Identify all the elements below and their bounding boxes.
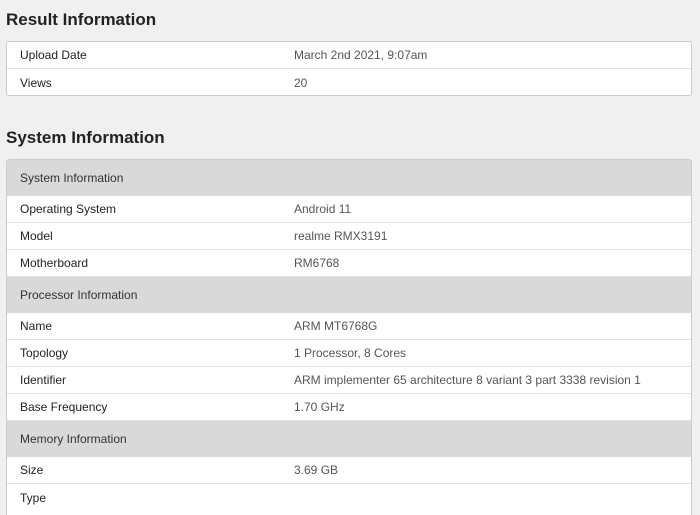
memory-row-size: Size 3.69 GB <box>7 457 691 484</box>
row-label: Type <box>20 490 47 505</box>
row-label: Motherboard <box>20 256 89 270</box>
row-label: Base Frequency <box>20 400 108 414</box>
row-value: 1.70 GHz <box>294 400 345 414</box>
row-label: Size <box>20 463 44 477</box>
system-information-table: System Information Operating System Andr… <box>6 159 692 515</box>
row-value: ARM implementer 65 architecture 8 varian… <box>294 373 641 387</box>
row-value: 20 <box>294 75 308 90</box>
row-label: Upload Date <box>20 48 87 62</box>
result-information-title: Result Information <box>6 10 157 29</box>
row-label: Views <box>20 75 52 90</box>
memory-row-type: Type <box>7 484 691 511</box>
processor-row-identifier: Identifier ARM implementer 65 architectu… <box>7 367 691 394</box>
row-value: March 2nd 2021, 9:07am <box>294 48 428 62</box>
row-value: RM6768 <box>294 256 340 270</box>
result-information-table: Upload Date March 2nd 2021, 9:07am Views… <box>6 41 692 96</box>
row-label: Operating System <box>20 202 117 216</box>
system-row-model: Model realme RMX3191 <box>7 223 691 250</box>
system-row-motherboard: Motherboard RM6768 <box>7 250 691 277</box>
processor-row-topology: Topology 1 Processor, 8 Cores <box>7 340 691 367</box>
system-information-title: System Information <box>6 128 165 147</box>
row-label: Topology <box>20 346 69 360</box>
processor-row-name: Name ARM MT6768G <box>7 313 691 340</box>
result-row-upload-date: Upload Date March 2nd 2021, 9:07am <box>7 42 691 69</box>
row-label: Model <box>20 229 53 243</box>
group-header-memory: Memory Information <box>7 421 691 457</box>
row-label: Identifier <box>20 373 67 387</box>
row-label: Name <box>20 319 53 333</box>
result-row-views: Views 20 <box>7 69 691 95</box>
row-value: 1 Processor, 8 Cores <box>294 346 407 360</box>
group-header-processor: Processor Information <box>7 277 691 313</box>
row-value: 3.69 GB <box>294 463 339 477</box>
group-header-system: System Information <box>7 160 691 196</box>
system-row-operating-system: Operating System Android 11 <box>7 196 691 223</box>
row-value: Android 11 <box>294 202 352 216</box>
row-value: realme RMX3191 <box>294 229 388 243</box>
processor-row-base-frequency: Base Frequency 1.70 GHz <box>7 394 691 421</box>
row-value: ARM MT6768G <box>294 319 378 333</box>
